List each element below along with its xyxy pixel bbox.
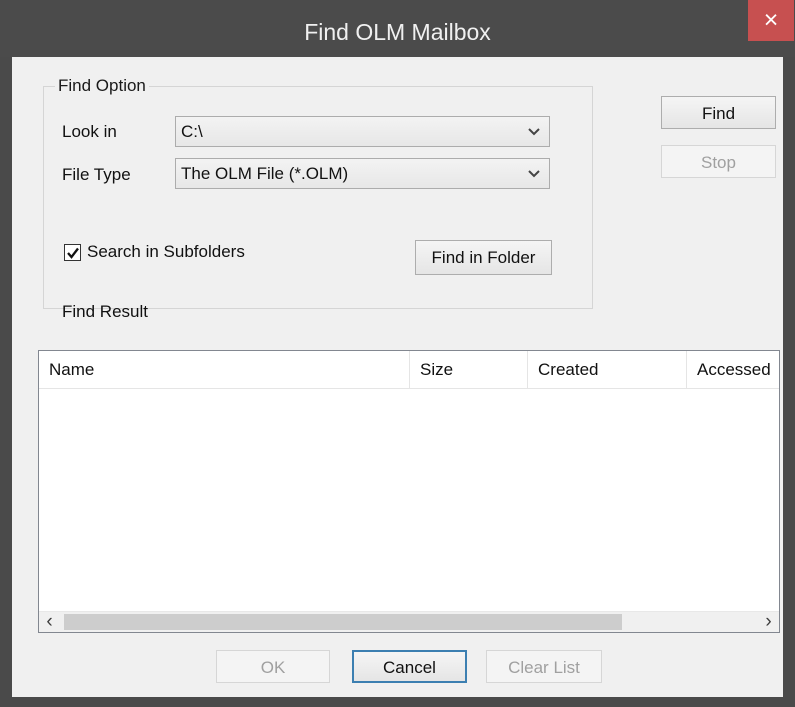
clear-list-button[interactable]: Clear List [486, 650, 602, 683]
search-subfolders-label[interactable]: Search in Subfolders [87, 241, 245, 263]
find-olm-mailbox-dialog: Find OLM Mailbox × Find Option Look in C… [0, 0, 795, 707]
find-result-label: Find Result [62, 302, 148, 321]
horizontal-scrollbar[interactable]: ‹ › [39, 611, 779, 632]
result-table-header: Name Size Created Accessed [39, 351, 779, 389]
chevron-down-icon [528, 170, 540, 178]
scroll-right-icon[interactable]: › [758, 612, 779, 632]
created-column-header[interactable]: Created [527, 351, 686, 389]
ok-button[interactable]: OK [216, 650, 330, 683]
dialog-content: Find Option Look in C:\ File Type The OL… [12, 57, 783, 697]
close-icon: × [763, 6, 779, 34]
file-type-select[interactable]: The OLM File (*.OLM) [175, 158, 550, 189]
scroll-thumb[interactable] [64, 614, 622, 630]
accessed-column-header[interactable]: Accessed [686, 351, 779, 389]
size-column-header[interactable]: Size [409, 351, 527, 389]
find-button[interactable]: Find [661, 96, 776, 129]
look-in-label: Look in [62, 122, 117, 141]
cancel-button[interactable]: Cancel [352, 650, 467, 683]
chevron-down-icon [528, 128, 540, 136]
file-type-value: The OLM File (*.OLM) [181, 164, 349, 183]
scroll-left-icon[interactable]: ‹ [39, 612, 60, 632]
title-bar: Find OLM Mailbox × [0, 0, 795, 57]
file-type-label: File Type [62, 165, 131, 184]
find-result-list[interactable]: Name Size Created Accessed ‹ › [38, 350, 780, 633]
window-title: Find OLM Mailbox [304, 19, 491, 45]
search-subfolders-checkbox[interactable] [64, 244, 81, 261]
find-in-folder-button[interactable]: Find in Folder [415, 240, 552, 275]
check-icon [67, 247, 79, 259]
close-button[interactable]: × [748, 0, 794, 41]
find-option-title: Find Option [55, 76, 149, 96]
stop-button[interactable]: Stop [661, 145, 776, 178]
look-in-value: C:\ [181, 122, 203, 141]
look-in-select[interactable]: C:\ [175, 116, 550, 147]
name-column-header[interactable]: Name [39, 351, 409, 389]
